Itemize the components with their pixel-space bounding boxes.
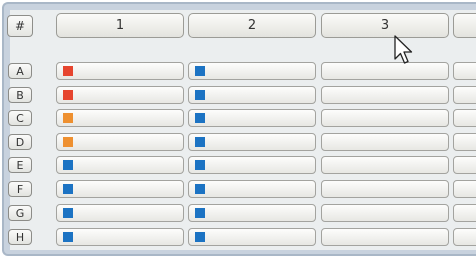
- blue-square-icon: [63, 160, 73, 170]
- row-label-b[interactable]: B: [8, 87, 32, 103]
- grid-cell-c-3[interactable]: [321, 109, 449, 127]
- grid-cell-e-2[interactable]: [188, 156, 316, 174]
- grid-cell-c-2[interactable]: [188, 109, 316, 127]
- grid-cell-h-4[interactable]: [453, 228, 476, 246]
- blue-square-icon: [195, 232, 205, 242]
- column-header-4-partial[interactable]: [453, 13, 476, 38]
- grid-cell-b-2[interactable]: [188, 86, 316, 104]
- grid-cell-e-4[interactable]: [453, 156, 476, 174]
- grid-cell-g-2[interactable]: [188, 204, 316, 222]
- blue-square-icon: [195, 160, 205, 170]
- grid-cell-c-1[interactable]: [56, 109, 184, 127]
- row-label-a[interactable]: A: [8, 63, 32, 79]
- grid-cell-h-3[interactable]: [321, 228, 449, 246]
- grid-cell-b-1[interactable]: [56, 86, 184, 104]
- blue-square-icon: [195, 113, 205, 123]
- grid-cell-b-3[interactable]: [321, 86, 449, 104]
- grid-cell-h-2[interactable]: [188, 228, 316, 246]
- corner-header[interactable]: #: [7, 15, 33, 37]
- blue-square-icon: [195, 184, 205, 194]
- column-header-2[interactable]: 2: [188, 13, 316, 38]
- red-square-icon: [63, 66, 73, 76]
- grid-cell-a-4[interactable]: [453, 62, 476, 80]
- grid-cell-g-1[interactable]: [56, 204, 184, 222]
- grid-cell-a-3[interactable]: [321, 62, 449, 80]
- blue-square-icon: [63, 232, 73, 242]
- grid-cell-f-4[interactable]: [453, 180, 476, 198]
- grid-cell-a-2[interactable]: [188, 62, 316, 80]
- grid-cell-e-3[interactable]: [321, 156, 449, 174]
- grid-cell-c-4[interactable]: [453, 109, 476, 127]
- grid-cell-f-2[interactable]: [188, 180, 316, 198]
- grid-cell-f-3[interactable]: [321, 180, 449, 198]
- grid-cell-e-1[interactable]: [56, 156, 184, 174]
- grid-cell-f-1[interactable]: [56, 180, 184, 198]
- row-label-h[interactable]: H: [8, 229, 32, 245]
- blue-square-icon: [195, 137, 205, 147]
- blue-square-icon: [195, 66, 205, 76]
- column-header-3[interactable]: 3: [321, 13, 449, 38]
- blue-square-icon: [63, 208, 73, 218]
- grid-cell-d-3[interactable]: [321, 133, 449, 151]
- grid-cell-g-4[interactable]: [453, 204, 476, 222]
- grid-cell-h-1[interactable]: [56, 228, 184, 246]
- grid-cell-d-2[interactable]: [188, 133, 316, 151]
- orange-square-icon: [63, 113, 73, 123]
- row-label-g[interactable]: G: [8, 205, 32, 221]
- row-label-f[interactable]: F: [8, 181, 32, 197]
- red-square-icon: [63, 90, 73, 100]
- grid-cell-d-4[interactable]: [453, 133, 476, 151]
- row-label-c[interactable]: C: [8, 110, 32, 126]
- row-label-d[interactable]: D: [8, 134, 32, 150]
- blue-square-icon: [195, 90, 205, 100]
- orange-square-icon: [63, 137, 73, 147]
- grid-cell-g-3[interactable]: [321, 204, 449, 222]
- grid-cell-b-4[interactable]: [453, 86, 476, 104]
- arrow-cursor-icon: [394, 35, 413, 64]
- column-header-1[interactable]: 1: [56, 13, 184, 38]
- row-label-e[interactable]: E: [8, 157, 32, 173]
- blue-square-icon: [63, 184, 73, 194]
- grid-cell-d-1[interactable]: [56, 133, 184, 151]
- grid-cell-a-1[interactable]: [56, 62, 184, 80]
- blue-square-icon: [195, 208, 205, 218]
